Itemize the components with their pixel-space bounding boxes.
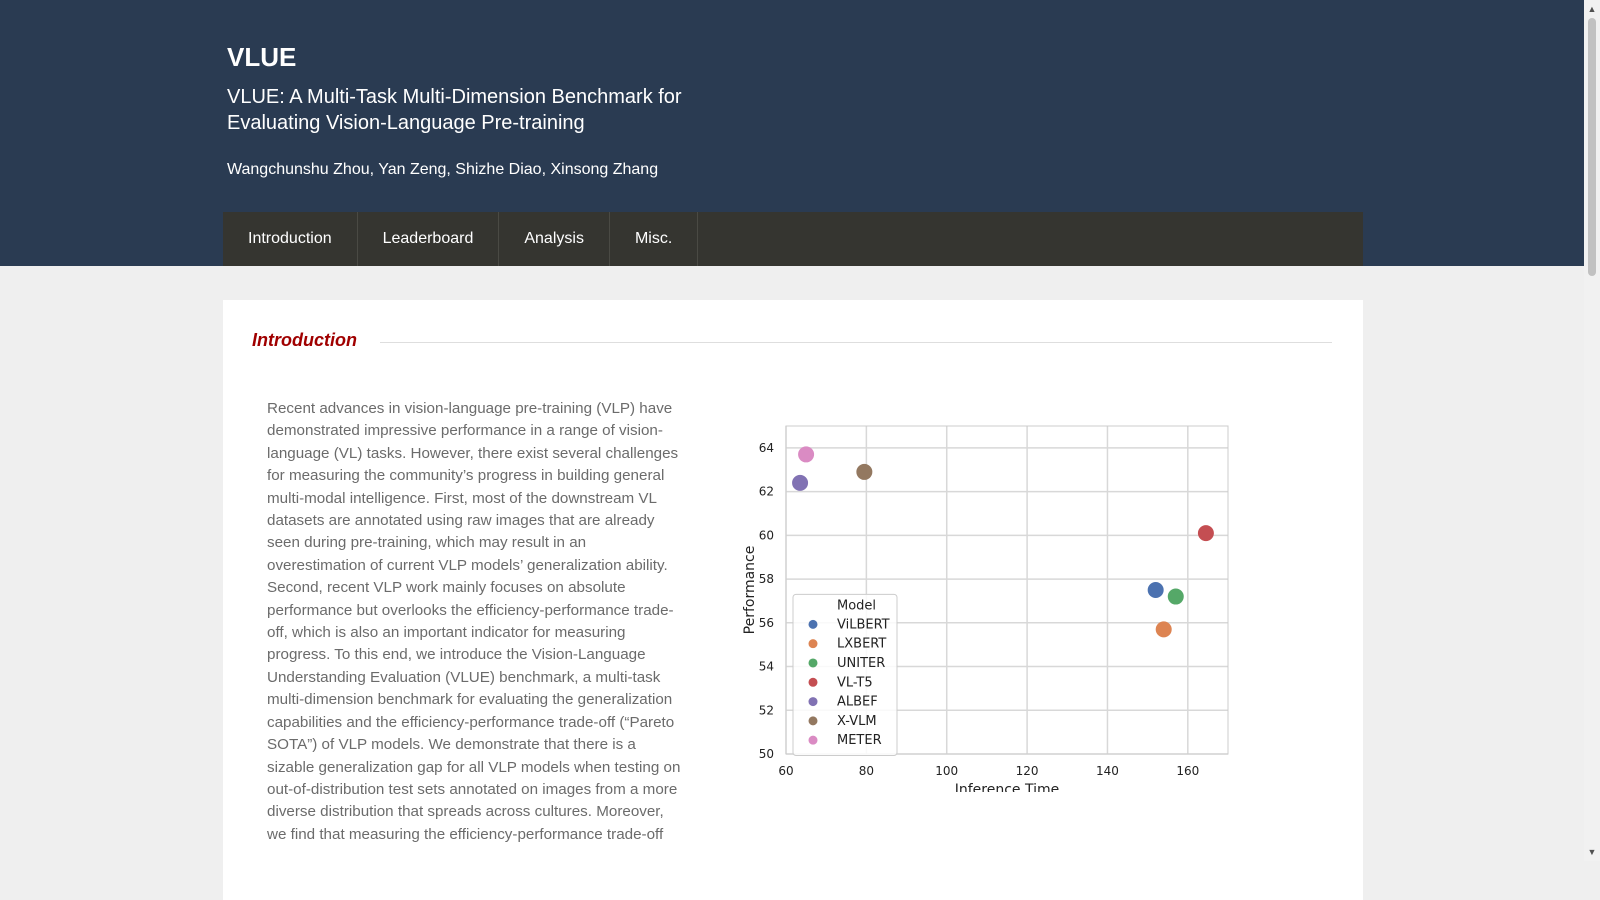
data-point-vilbert [1147, 582, 1164, 598]
nav-item-misc[interactable]: Misc. [610, 212, 699, 266]
data-point-albef [792, 474, 809, 491]
x-tick-label: 60 [778, 764, 793, 778]
data-point-meter [798, 446, 815, 463]
legend-marker [808, 735, 818, 745]
y-tick-label: 64 [759, 441, 774, 455]
section-divider [380, 342, 1332, 343]
nav-item-analysis[interactable]: Analysis [499, 212, 610, 266]
y-tick-label: 62 [759, 485, 774, 499]
legend-marker [808, 639, 818, 649]
x-tick-label: 80 [859, 764, 874, 778]
nav-item-introduction[interactable]: Introduction [223, 212, 358, 266]
legend-label: LXBERT [837, 637, 886, 652]
page-scrollbar[interactable]: ▲ ▼ [1584, 0, 1600, 861]
y-tick-label: 54 [759, 660, 774, 674]
legend-label: ViLBERT [837, 617, 890, 632]
content-card: Introduction Recent advances in vision-l… [223, 300, 1363, 900]
section-title: Introduction [252, 330, 357, 350]
data-point-vl-t5 [1197, 525, 1214, 542]
y-tick-label: 58 [759, 572, 774, 586]
legend-title: Model [837, 598, 876, 613]
scroll-down-arrow-icon[interactable]: ▼ [1584, 845, 1600, 859]
legend-marker [808, 716, 818, 726]
y-tick-label: 56 [759, 616, 774, 630]
legend-marker [808, 658, 818, 668]
chart-legend: Model ViLBERT LXBERT UNITER VL-T5 ALBEF X-VLM… [792, 593, 898, 756]
y-tick-label: 60 [759, 528, 774, 542]
x-tick-label: 120 [1016, 764, 1039, 778]
main-nav: Introduction Leaderboard Analysis Misc. [223, 212, 1363, 266]
scroll-up-arrow-icon[interactable]: ▲ [1584, 2, 1600, 16]
scroll-thumb[interactable] [1588, 18, 1596, 276]
y-tick-label: 52 [759, 703, 774, 717]
legend-label: ALBEF [837, 695, 878, 710]
legend-label: X-VLM [837, 714, 877, 729]
performance-vs-inference-chart: 60 80 100 120 140 160 50 52 54 56 58 60 62 64 Inferen… [742, 425, 1229, 792]
legend-label: UNITER [837, 656, 885, 671]
x-tick-label: 100 [935, 764, 958, 778]
x-tick-label: 160 [1176, 764, 1199, 778]
data-point-lxbert [1155, 621, 1172, 638]
data-point-x-vlm [856, 463, 873, 480]
y-tick-label: 50 [759, 747, 774, 761]
legend-marker [808, 697, 818, 707]
y-axis-label: Performance [742, 546, 758, 635]
paper-subtitle: VLUE: A Multi-Task Multi-Dimension Bench… [227, 86, 682, 134]
nav-item-leaderboard[interactable]: Leaderboard [358, 212, 500, 266]
x-axis-label: Inference Time [955, 782, 1060, 792]
x-tick-label: 140 [1096, 764, 1119, 778]
section-header: Introduction [252, 330, 1332, 354]
site-title: VLUE [227, 42, 297, 72]
legend-marker [808, 619, 818, 629]
legend-marker [808, 677, 818, 687]
legend-label: METER [837, 733, 882, 748]
legend-label: VL-T5 [837, 675, 873, 690]
author-list: Wangchunshu Zhou, Yan Zeng, Shizhe Diao,… [227, 161, 659, 178]
data-point-uniter [1167, 588, 1184, 605]
site-header: VLUE VLUE: A Multi-Task Multi-Dimension … [0, 0, 1584, 266]
intro-paragraph: Recent advances in vision-language pre-t… [267, 400, 681, 843]
